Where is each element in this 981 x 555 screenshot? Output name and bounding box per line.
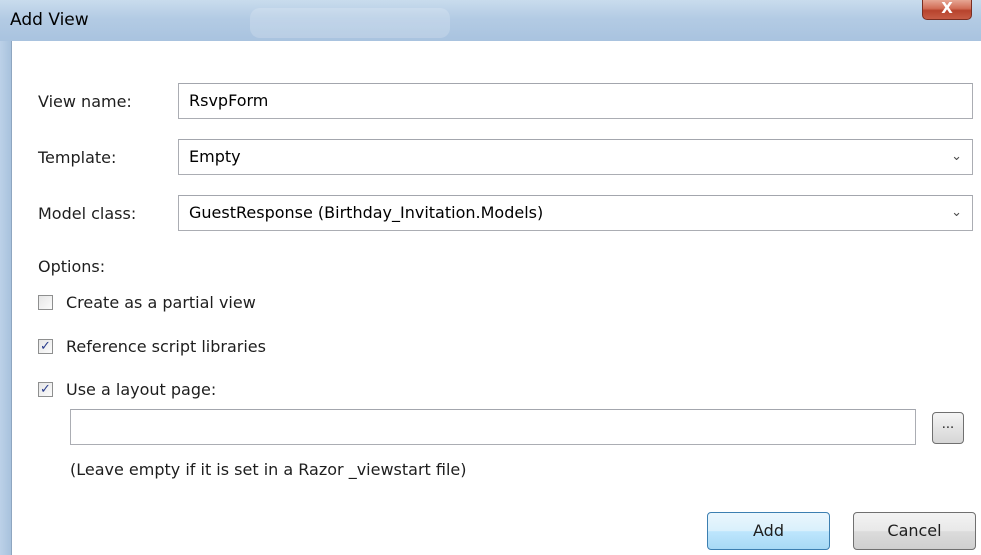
browse-button[interactable]: ... [932,412,964,444]
chevron-down-icon: ⌄ [951,149,962,164]
model-class-select[interactable]: GuestResponse (Birthday_Invitation.Model… [178,195,973,231]
title-bar: Add View X [0,0,981,41]
window-frame-left [0,41,11,555]
partial-view-checkbox[interactable] [38,295,53,310]
template-label: Template: [38,148,117,167]
reference-scripts-checkbox[interactable]: ✓ [38,339,53,354]
chevron-down-icon: ⌄ [951,205,962,220]
layout-hint: (Leave empty if it is set in a Razor _vi… [70,460,467,479]
model-class-label: Model class: [38,204,137,223]
view-name-input[interactable]: RsvpForm [178,83,973,119]
add-button[interactable]: Add [707,512,830,550]
close-button[interactable]: X [922,0,972,20]
model-class-select-value: GuestResponse (Birthday_Invitation.Model… [189,203,544,222]
use-layout-checkbox[interactable]: ✓ [38,382,53,397]
options-label: Options: [38,257,106,276]
reference-scripts-label: Reference script libraries [66,337,266,356]
window-title: Add View [10,10,89,30]
layout-path-input[interactable] [70,409,916,445]
template-select-value: Empty [189,147,241,166]
title-bar-glow [250,8,450,38]
partial-view-label: Create as a partial view [66,293,256,312]
checkmark-icon: ✓ [40,339,51,354]
template-select[interactable]: Empty ⌄ [178,139,973,175]
use-layout-label: Use a layout page: [66,380,217,399]
checkmark-icon: ✓ [40,382,51,397]
cancel-button[interactable]: Cancel [853,512,976,550]
view-name-label: View name: [38,92,132,111]
